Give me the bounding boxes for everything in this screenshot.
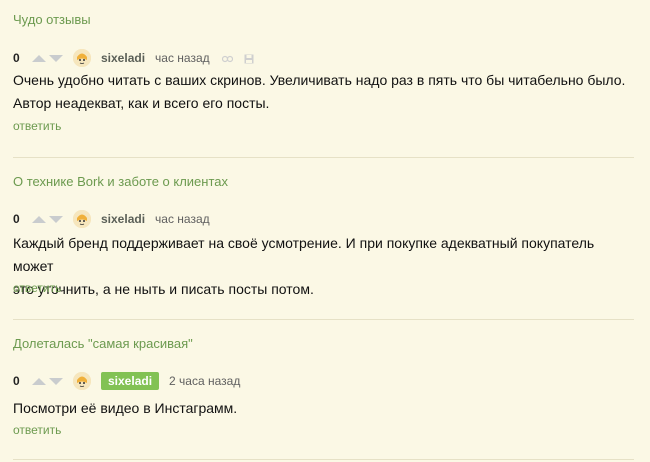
comment-rating: 0 — [13, 212, 20, 226]
comment-line: Автор неадекват, как и всего его посты. — [13, 95, 270, 111]
comment-rating: 0 — [13, 51, 20, 65]
reply-link[interactable]: ответить — [13, 119, 61, 133]
comment-post-title[interactable]: О технике Bork и заботе о клиентах — [13, 174, 228, 189]
divider — [13, 459, 634, 460]
comment-body: Посмотри её видео в Инстаграмм. — [13, 397, 633, 420]
avatar[interactable] — [73, 49, 91, 67]
save-icon[interactable] — [244, 53, 254, 64]
divider — [13, 319, 634, 320]
comment-username[interactable]: sixeladi — [101, 212, 145, 226]
comment-body: Очень удобно читать с ваших скринов. Уве… — [13, 69, 633, 115]
comment-post-title[interactable]: Чудо отзывы — [13, 12, 91, 27]
avatar[interactable] — [73, 372, 91, 390]
reply-link[interactable]: ответить — [13, 281, 61, 295]
comment-line: это уточнить, а не ныть и писать посты п… — [13, 281, 314, 297]
comment-meta: 0 sixeladi 2 часа назад — [13, 371, 240, 391]
vote-down-icon[interactable] — [49, 54, 63, 62]
vote-up-icon[interactable] — [32, 54, 46, 62]
vote-down-icon[interactable] — [49, 377, 63, 385]
vote-down-icon[interactable] — [49, 215, 63, 223]
comment-rating: 0 — [13, 374, 20, 388]
comments-feed: Чудо отзывы 0 sixeladi час назад Очень у… — [0, 0, 650, 462]
comment-body: Каждый бренд поддерживает на своё усмотр… — [13, 232, 633, 301]
vote-up-icon[interactable] — [32, 215, 46, 223]
comment-username-badge[interactable]: sixeladi — [101, 372, 160, 390]
vote-up-icon[interactable] — [32, 377, 46, 385]
comment-line: Каждый бренд поддерживает на своё усмотр… — [13, 235, 595, 274]
comment-time[interactable]: 2 часа назад — [169, 374, 240, 388]
reply-link[interactable]: ответить — [13, 423, 61, 437]
comment-time[interactable]: час назад — [155, 212, 210, 226]
comment-line: Посмотри её видео в Инстаграмм. — [13, 400, 238, 416]
avatar[interactable] — [73, 210, 91, 228]
comment-meta: 0 sixeladi час назад — [13, 48, 254, 68]
comment-meta: 0 sixeladi час назад — [13, 209, 210, 229]
comment-username[interactable]: sixeladi — [101, 51, 145, 65]
link-icon[interactable] — [221, 53, 233, 63]
comment-post-title[interactable]: Долеталась "самая красивая" — [13, 336, 193, 351]
comment-line: Очень удобно читать с ваших скринов. Уве… — [13, 72, 626, 88]
comment-time[interactable]: час назад — [155, 51, 210, 65]
divider — [13, 157, 634, 158]
